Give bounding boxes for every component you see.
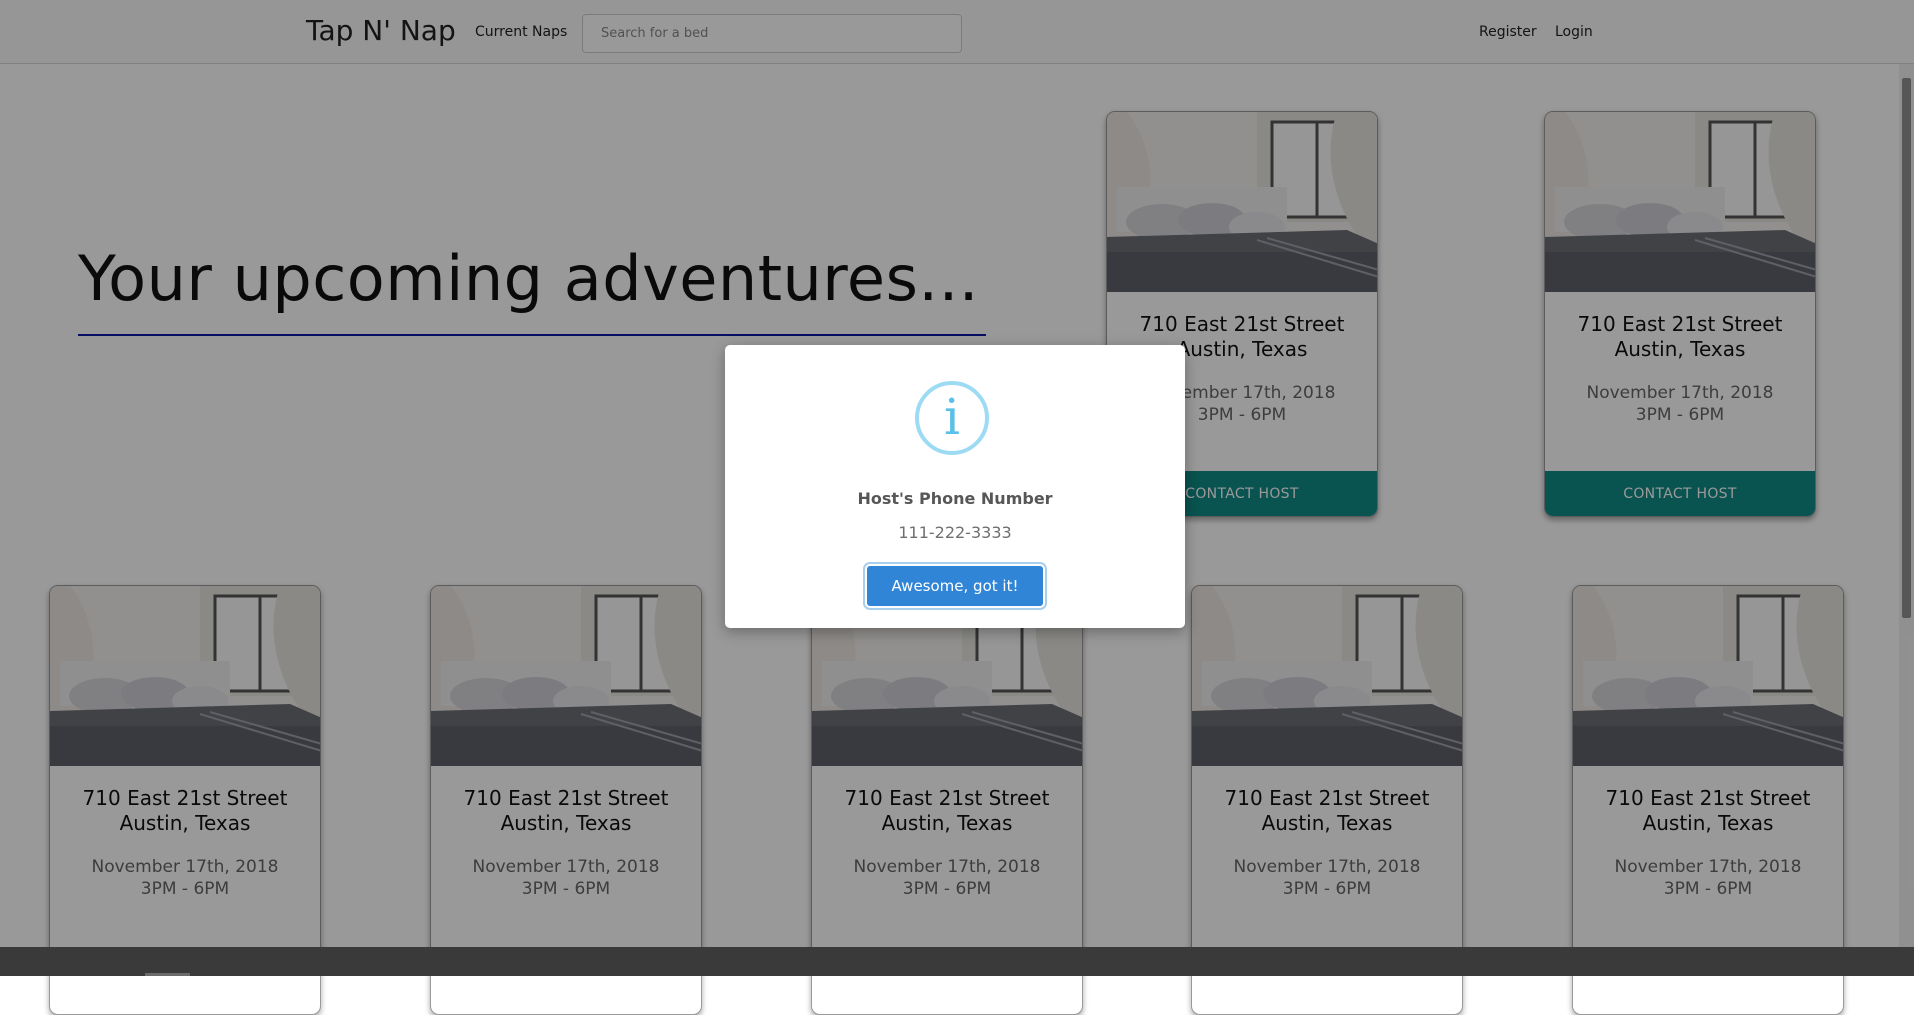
bottom-taskbar (0, 947, 1914, 976)
info-icon: i (915, 381, 989, 455)
host-phone-number: 111-222-3333 (898, 523, 1012, 542)
confirm-button[interactable]: Awesome, got it! (867, 566, 1043, 606)
modal-title: Host's Phone Number (857, 489, 1053, 508)
info-modal: i Host's Phone Number 111-222-3333 Aweso… (725, 345, 1185, 628)
